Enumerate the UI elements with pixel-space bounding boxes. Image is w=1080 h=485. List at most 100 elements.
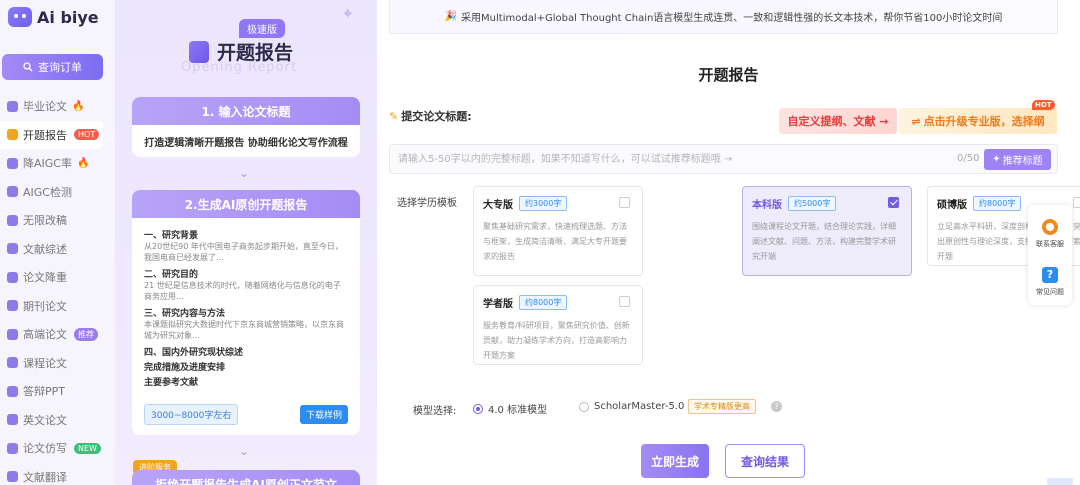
recommend-title-label: 推荐标题: [1002, 156, 1043, 167]
nav-item-icon: [7, 442, 18, 454]
outline-heading: 四、国内外研究现状综述: [144, 348, 244, 358]
flame-icon: 🔥: [76, 157, 90, 169]
option-word-count: 约5000字: [788, 195, 837, 211]
option-checkbox[interactable]: [619, 296, 630, 307]
outline-heading: 主要参考文献: [144, 378, 199, 388]
customer-service-icon: [1042, 219, 1058, 235]
contact-service-button[interactable]: 联系客服: [1028, 219, 1072, 249]
education-option-card[interactable]: 大专版 约3000字 聚焦基础研究需求，快速梳理选题、方法与框架，生成简洁清晰、满足…: [473, 186, 643, 276]
sidebar-item-label: 文献翻译: [23, 470, 67, 484]
word-range-pill: 3000~8000字左右: [144, 404, 239, 425]
nav-item-icon: [7, 328, 18, 340]
model-radio-standard[interactable]: 4.0 标准模型: [473, 401, 547, 416]
step1-body: 打造逻辑清晰开题报告 协助细化论文写作流程: [144, 138, 348, 149]
sidebar-item[interactable]: 开题报告 HOT: [0, 120, 103, 149]
option-checkbox[interactable]: [888, 197, 899, 208]
option-header: 大专版 约3000字: [483, 195, 633, 211]
option-header: 学者版 约8000字: [483, 294, 633, 310]
generate-button[interactable]: 立即生成: [641, 444, 709, 478]
outline-body: 从20世纪90 年代中国电子商务起步期开始，直至今日，我国电商已经发展了…: [144, 242, 343, 262]
upgrade-pro-button[interactable]: ⇌ 点击升级专业版，选择纲: [899, 108, 1057, 134]
education-template-label: 选择学历模板: [397, 198, 457, 209]
custom-outline-button[interactable]: 自定义提纲、文献 →: [779, 108, 897, 134]
scroll-indicator[interactable]: [1047, 478, 1073, 485]
outline-heading: 完成措施及进度安排: [144, 363, 226, 373]
sidebar-item[interactable]: 答辩PPT: [0, 377, 115, 406]
question-icon: ?: [1042, 267, 1058, 283]
query-result-button[interactable]: 查询结果: [725, 444, 805, 478]
outline-heading: 二、研究目的: [144, 270, 199, 280]
app-logo[interactable]: Ai biye: [8, 6, 99, 28]
contact-service-label: 联系客服: [1036, 240, 1064, 248]
model-select-label: 模型选择:: [413, 406, 457, 417]
party-popper-icon: 🎉: [444, 11, 458, 22]
nav-item-icon: [7, 414, 18, 426]
download-sample-button[interactable]: 下载样例: [299, 405, 348, 424]
sidebar-item-label: AIGC检测: [23, 185, 72, 199]
sparkle-icon: ✦: [992, 154, 1001, 165]
option-name: 学者版: [483, 298, 513, 310]
swap-icon: ⇌: [911, 114, 921, 128]
nav-item-icon: [7, 271, 18, 283]
title-input-container: 0/50 ✦ 推荐标题: [389, 144, 1058, 174]
option-checkbox[interactable]: [1073, 197, 1080, 208]
sidebar-item[interactable]: 论文仿写 NEW: [0, 434, 115, 463]
sidebar-item-label: 开题报告: [23, 128, 67, 142]
outline-heading: 三、研究内容与方法: [144, 309, 226, 319]
submit-title-label: ✎ 提交论文标题:: [389, 108, 472, 124]
radio-indicator: [473, 403, 483, 414]
sidebar-item[interactable]: 降AIGC率 🔥: [0, 149, 115, 178]
nav-item-icon: [7, 100, 18, 112]
sidebar-item-label: 期刊论文: [23, 299, 67, 313]
sidebar-item[interactable]: 文献综述: [0, 235, 115, 264]
step1-card: 1. 输入论文标题 打造逻辑清晰开题报告 协助细化论文写作流程: [132, 97, 360, 157]
sidebar-nav: 毕业论文 🔥 开题报告 HOT 降AIGC率 🔥 AIGC检测 无限改稿 文献综述 论文降重 期刊论…: [0, 92, 115, 485]
sidebar-item-label: 答辩PPT: [23, 385, 65, 399]
sidebar-item-label: 毕业论文: [23, 100, 67, 114]
nav-item-icon: [7, 157, 18, 169]
outline-heading: 一、研究背景: [144, 231, 199, 241]
sidebar: Ai biye 查询订单 毕业论文 🔥 开题报告 HOT 降AIGC率 🔥 AIGC检测 无限…: [0, 0, 115, 485]
education-option-card[interactable]: 学者版 约8000字服务教育/科研项目，聚焦研究价值、创新贡献，助力凝练学术方向，…: [473, 285, 643, 365]
sparkle-icon: ✦: [341, 4, 355, 23]
faq-button[interactable]: ? 常见问题: [1028, 267, 1072, 297]
page-title: 开题报告: [698, 66, 759, 84]
title-input[interactable]: [398, 145, 938, 173]
chevron-down-icon: ⌄: [239, 444, 250, 458]
sidebar-item[interactable]: 课程论文: [0, 349, 115, 378]
option-word-count: 约3000字: [519, 195, 568, 211]
sidebar-item[interactable]: 无限改稿: [0, 206, 115, 235]
option-name: 硕博版: [937, 199, 967, 211]
nav-item-icon: [7, 129, 18, 141]
nav-badge: HOT: [74, 129, 100, 141]
char-counter: 0/50: [957, 153, 980, 164]
help-icon[interactable]: ?: [771, 401, 782, 412]
floating-toolbar: 联系客服 ? 常见问题: [1028, 205, 1072, 305]
option-checkbox[interactable]: [619, 197, 630, 208]
search-order-button[interactable]: 查询订单: [2, 54, 103, 80]
sidebar-item-label: 课程论文: [23, 356, 67, 370]
option-header: 本科版 约5000字: [752, 195, 902, 211]
nav-badge: NEW: [74, 442, 101, 454]
option-name: 大专版: [483, 199, 513, 211]
nav-item-icon: [7, 214, 18, 226]
search-order-label: 查询订单: [38, 61, 82, 74]
sidebar-item[interactable]: 毕业论文 🔥: [0, 92, 115, 121]
recommend-title-button[interactable]: ✦ 推荐标题: [984, 149, 1051, 170]
option-description: 服务教育/科研项目，聚焦研究价值、创新贡献，助力凝练学术方向，打造高影响力开题方…: [483, 321, 630, 360]
sidebar-item[interactable]: 英文论文: [0, 406, 115, 435]
sidebar-item[interactable]: 文献翻译: [0, 463, 115, 485]
education-option-card[interactable]: 本科版 约5000字 围绕课程论文开题，结合理论实践，详细阐述文献、问题、方法，构建…: [742, 186, 912, 276]
model-radio-scholar[interactable]: ScholarMaster-5.0: [579, 401, 684, 412]
sidebar-item[interactable]: AIGC检测: [0, 178, 115, 207]
notice-text: 采用Multimodal+Global Thought Chain语言模型生成连…: [461, 13, 1003, 24]
nav-item-icon: [7, 385, 18, 397]
robot-logo-icon: [8, 7, 32, 27]
nav-item-icon: [7, 186, 18, 198]
step3-card: 拒绝开题报告生成AI原创正文范文: [132, 470, 360, 485]
sidebar-item[interactable]: 高端论文 推荐: [0, 320, 115, 349]
edit-icon: ✎: [389, 109, 399, 123]
model-scholar-label: ScholarMaster-5.0: [594, 401, 685, 412]
sidebar-item[interactable]: 论文降重: [0, 263, 115, 292]
sidebar-item[interactable]: 期刊论文: [0, 292, 115, 321]
